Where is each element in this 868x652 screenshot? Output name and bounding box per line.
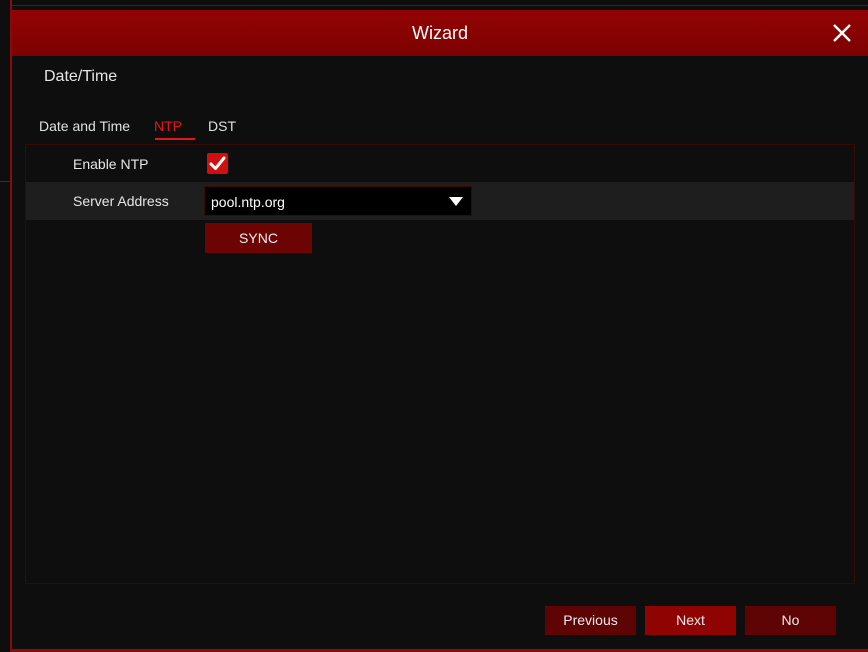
window-title: Wizard xyxy=(411,23,468,43)
top-divider xyxy=(12,5,868,6)
tab-dst[interactable]: DST xyxy=(208,118,236,134)
server-address-label: Server Address xyxy=(73,193,169,209)
server-address-value: pool.ntp.org xyxy=(211,194,285,210)
window-border-left xyxy=(10,0,12,652)
tab-date-and-time[interactable]: Date and Time xyxy=(39,118,130,134)
enable-ntp-label: Enable NTP xyxy=(73,156,149,172)
section-title: Date/Time xyxy=(44,68,118,85)
next-button[interactable]: Next xyxy=(645,606,736,635)
dropdown-arrow-icon xyxy=(449,197,463,206)
close-icon[interactable] xyxy=(830,21,854,45)
enable-ntp-checkbox[interactable] xyxy=(207,153,228,174)
title-bar: Wizard xyxy=(12,10,868,56)
edge-tick xyxy=(0,181,10,182)
server-address-select[interactable]: pool.ntp.org xyxy=(204,186,472,216)
wizard-window: Wizard Date/Time Date and Time NTP DST E… xyxy=(0,0,868,652)
no-button[interactable]: No xyxy=(745,606,836,635)
enable-ntp-row: Enable NTP xyxy=(26,145,854,181)
checkmark-icon xyxy=(209,156,226,170)
previous-button[interactable]: Previous xyxy=(545,606,636,635)
active-tab-indicator xyxy=(155,138,195,140)
tab-ntp[interactable]: NTP xyxy=(154,118,182,134)
sync-button[interactable]: SYNC xyxy=(205,223,312,253)
